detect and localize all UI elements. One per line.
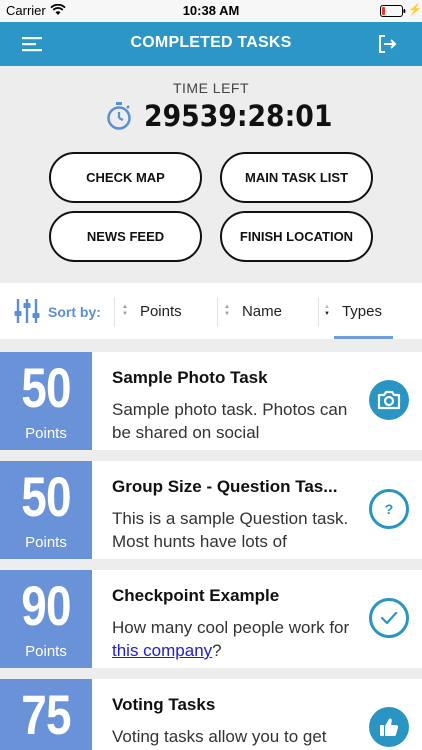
sort-bar: Sort by: ▲ ▼ Points ▲ ▼ Name ▲ ▼ Types xyxy=(0,283,422,339)
task-card-sample-photo[interactable]: 50 Points Sample Photo Task Sample photo… xyxy=(0,352,422,450)
points-label: Points xyxy=(25,534,67,551)
task-type-badge[interactable]: ? xyxy=(369,489,409,529)
task-card-checkpoint[interactable]: 90 Points Checkpoint Example How many co… xyxy=(0,570,422,668)
status-bar: Carrier 10:38 AM ⚡ xyxy=(0,0,422,22)
question-icon: ? xyxy=(384,501,394,517)
sort-active-indicator xyxy=(334,336,393,339)
nav-bar: COMPLETED TASKS xyxy=(0,22,422,66)
sliders-icon xyxy=(14,299,40,323)
task-description: Voting tasks allow you to get xyxy=(112,727,327,746)
points-badge: 75 xyxy=(0,679,92,750)
task-description-text: ? xyxy=(212,641,222,660)
points-value: 75 xyxy=(21,683,71,746)
sort-option-label: Types xyxy=(341,302,382,320)
task-description: This is a sample Question task. Most hun… xyxy=(112,509,349,551)
sort-arrows-icon: ▲ ▼ xyxy=(324,304,330,317)
points-value: 50 xyxy=(21,356,71,419)
task-type-badge[interactable] xyxy=(369,380,409,420)
status-time: 10:38 AM xyxy=(182,3,240,18)
task-card-group-size[interactable]: 50 Points Group Size - Question Tas... T… xyxy=(0,461,422,559)
task-title: Group Size - Question Tas... xyxy=(112,477,338,496)
battery-icon xyxy=(380,5,406,17)
sort-option-label: Name xyxy=(241,302,282,320)
sort-divider xyxy=(114,297,115,327)
company-link[interactable]: this company xyxy=(112,641,212,660)
task-description: Sample photo task. Photos can be shared … xyxy=(112,400,348,442)
sort-arrows-icon: ▲ ▼ xyxy=(122,304,128,317)
sort-option-label: Points xyxy=(139,302,182,320)
points-badge: 50 Points xyxy=(0,461,92,559)
sort-option-points[interactable]: ▲ ▼ Points xyxy=(122,299,182,323)
points-badge: 90 Points xyxy=(0,570,92,668)
page-title: COMPLETED TASKS xyxy=(130,34,292,51)
logout-icon[interactable] xyxy=(376,33,398,55)
news-feed-button[interactable]: NEWS FEED xyxy=(49,211,202,262)
points-label: Points xyxy=(25,643,67,660)
sort-divider xyxy=(318,297,319,327)
finish-location-button[interactable]: FINISH LOCATION xyxy=(220,211,373,262)
points-badge: 50 Points xyxy=(0,352,92,450)
task-title: Sample Photo Task xyxy=(112,368,268,387)
sort-divider xyxy=(217,297,218,327)
time-left-label: TIME LEFT xyxy=(172,80,250,96)
sort-option-name[interactable]: ▲ ▼ Name xyxy=(224,299,282,323)
main-task-list-button[interactable]: MAIN TASK LIST xyxy=(220,152,373,203)
camera-icon xyxy=(377,390,401,410)
check-map-button[interactable]: CHECK MAP xyxy=(49,152,202,203)
points-label: Points xyxy=(25,425,67,442)
points-value: 50 xyxy=(21,465,71,528)
time-left-value: 29539:28:01 xyxy=(144,99,333,133)
task-description-text: How many cool people work for xyxy=(112,618,350,637)
task-type-badge[interactable] xyxy=(369,707,409,747)
task-card-voting[interactable]: 75 Voting Tasks Voting tasks allow you t… xyxy=(0,679,422,750)
points-value: 90 xyxy=(21,574,71,637)
thumbs-up-icon xyxy=(380,718,399,736)
stopwatch-icon xyxy=(107,102,131,130)
charging-bolt-icon: ⚡ xyxy=(408,4,422,16)
sort-arrows-icon: ▲ ▼ xyxy=(224,304,230,317)
task-type-badge[interactable] xyxy=(369,598,409,638)
sort-by-label: Sort by: xyxy=(48,304,101,320)
check-icon xyxy=(380,611,398,625)
sort-option-types[interactable]: ▲ ▼ Types xyxy=(324,299,382,323)
task-title: Voting Tasks xyxy=(112,695,216,714)
task-title: Checkpoint Example xyxy=(112,586,280,605)
task-description: How many cool people work for this compa… xyxy=(112,616,360,662)
